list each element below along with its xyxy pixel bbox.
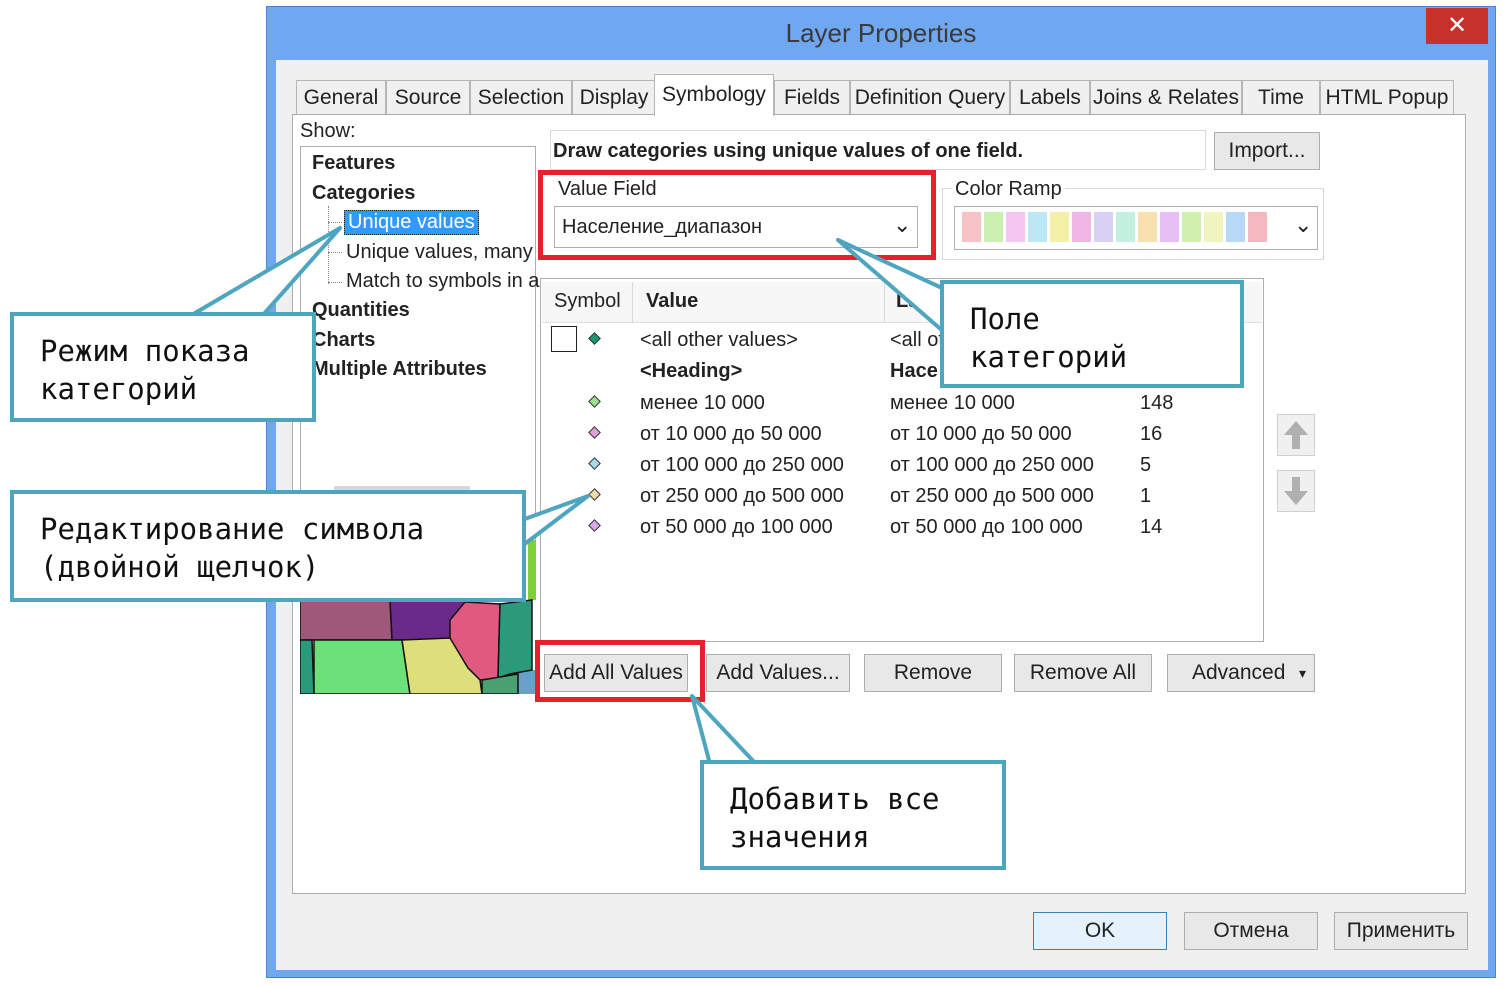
tree-item-multiple-attributes[interactable]: Multiple Attributes (312, 358, 487, 381)
highlight-add-all (535, 640, 705, 702)
apply-button[interactable]: Применить (1334, 912, 1468, 950)
row-heading-label: Насе (890, 360, 938, 382)
callout-category-field: Поле категорий (940, 280, 1244, 388)
tab-symbology[interactable]: Symbology (654, 74, 774, 116)
row-1-count: 148 (1140, 392, 1174, 414)
color-ramp-label: Color Ramp (952, 178, 1065, 201)
caret-down-icon: ▾ (1298, 665, 1306, 681)
callout-symbol-edit: Редактирование символа (двойной щелчок) (10, 490, 526, 602)
remove-button[interactable]: Remove (864, 654, 1002, 692)
tab-fields[interactable]: Fields (774, 80, 850, 114)
row-4-value: от 250 000 до 500 000 (640, 485, 844, 507)
tree-connector (328, 206, 330, 284)
chevron-down-icon: ⌄ (1294, 212, 1313, 237)
tree-connector (328, 252, 342, 253)
tab-source[interactable]: Source (386, 80, 470, 114)
row-3-count: 5 (1140, 454, 1152, 476)
row-2-label: от 10 000 до 50 000 (890, 423, 1072, 445)
ok-button[interactable]: OK (1033, 912, 1167, 950)
row-4-label: от 250 000 до 500 000 (890, 485, 1094, 507)
tree-item-match-symbols[interactable]: Match to symbols in a (346, 270, 539, 293)
row-3-value: от 100 000 до 250 000 (640, 454, 844, 476)
tree-connector (328, 222, 342, 223)
row-heading-value: <Heading> (640, 360, 743, 382)
color-ramp-swatch (1094, 212, 1113, 242)
tab-display[interactable]: Display (572, 80, 656, 114)
import-button[interactable]: Import... (1214, 132, 1320, 170)
header-symbol[interactable]: Symbol (554, 290, 621, 313)
color-ramp-swatch (1138, 212, 1157, 242)
callout-display-mode: Режим показа категорий (10, 312, 316, 422)
tab-general[interactable]: General (296, 80, 386, 114)
highlight-value-field (538, 170, 936, 260)
tab-joins-relates[interactable]: Joins & Relates (1090, 80, 1242, 114)
arrow-up-icon (1284, 421, 1308, 449)
window-title: Layer Properties (785, 18, 977, 48)
close-button[interactable]: ✕ (1426, 8, 1488, 44)
color-ramp-swatch (1248, 212, 1267, 242)
row-all-other-value: <all other values> (640, 329, 798, 351)
row-4-count: 1 (1140, 485, 1152, 507)
row-1-value: менее 10 000 (640, 392, 765, 414)
tab-time[interactable]: Time (1242, 80, 1320, 114)
show-label: Show: (300, 120, 356, 142)
tree-item-quantities[interactable]: Quantities (312, 299, 410, 322)
color-ramp-swatch (962, 212, 981, 242)
header-value[interactable]: Value (646, 290, 698, 313)
tab-labels[interactable]: Labels (1010, 80, 1090, 114)
row-3-label: от 100 000 до 250 000 (890, 454, 1094, 476)
color-ramp-swatch (1028, 212, 1047, 242)
header-label[interactable]: La (896, 290, 919, 313)
color-ramp-swatch (984, 212, 1003, 242)
advanced-button[interactable]: Advanced ▾ (1167, 654, 1315, 692)
row-1-label: менее 10 000 (890, 392, 1015, 414)
tab-selection[interactable]: Selection (470, 80, 572, 114)
move-up-button[interactable] (1277, 414, 1315, 456)
color-ramp-swatch (1226, 212, 1245, 242)
row-5-count: 14 (1140, 516, 1163, 538)
header-divider (632, 282, 633, 322)
tab-html-popup[interactable]: HTML Popup (1320, 80, 1454, 114)
color-ramp-swatch (1050, 212, 1069, 242)
tree-item-charts[interactable]: Charts (312, 329, 375, 352)
tree-connector (328, 282, 342, 283)
header-divider (884, 282, 885, 322)
color-ramp-swatch (1182, 212, 1201, 242)
checkbox-all-other[interactable] (551, 326, 577, 352)
tree-item-unique-values[interactable]: Unique values (344, 210, 479, 235)
cancel-button[interactable]: Отмена (1184, 912, 1318, 950)
row-2-count: 16 (1140, 423, 1163, 445)
callout-add-all-values: Добавить все значения (700, 760, 1006, 870)
tab-definition-query[interactable]: Definition Query (850, 80, 1010, 114)
advanced-label: Advanced (1192, 661, 1286, 684)
add-values-button[interactable]: Add Values... (706, 654, 850, 692)
color-ramp-swatch (1116, 212, 1135, 242)
move-down-button[interactable] (1277, 470, 1315, 512)
row-5-label: от 50 000 до 100 000 (890, 516, 1083, 538)
color-ramp-swatch (1006, 212, 1025, 242)
row-all-other-label: <all ot (890, 329, 944, 351)
color-ramp-swatch (1072, 212, 1091, 242)
tree-item-categories[interactable]: Categories (312, 182, 415, 205)
arrow-down-icon (1284, 477, 1308, 505)
color-ramp-swatch (1160, 212, 1179, 242)
row-2-value: от 10 000 до 50 000 (640, 423, 822, 445)
row-5-value: от 50 000 до 100 000 (640, 516, 833, 538)
tree-item-unique-values-many[interactable]: Unique values, many (346, 241, 533, 264)
tree-item-features[interactable]: Features (312, 152, 395, 175)
description-text: Draw categories using unique values of o… (553, 140, 1024, 162)
remove-all-button[interactable]: Remove All (1014, 654, 1152, 692)
color-ramp-swatch (1204, 212, 1223, 242)
